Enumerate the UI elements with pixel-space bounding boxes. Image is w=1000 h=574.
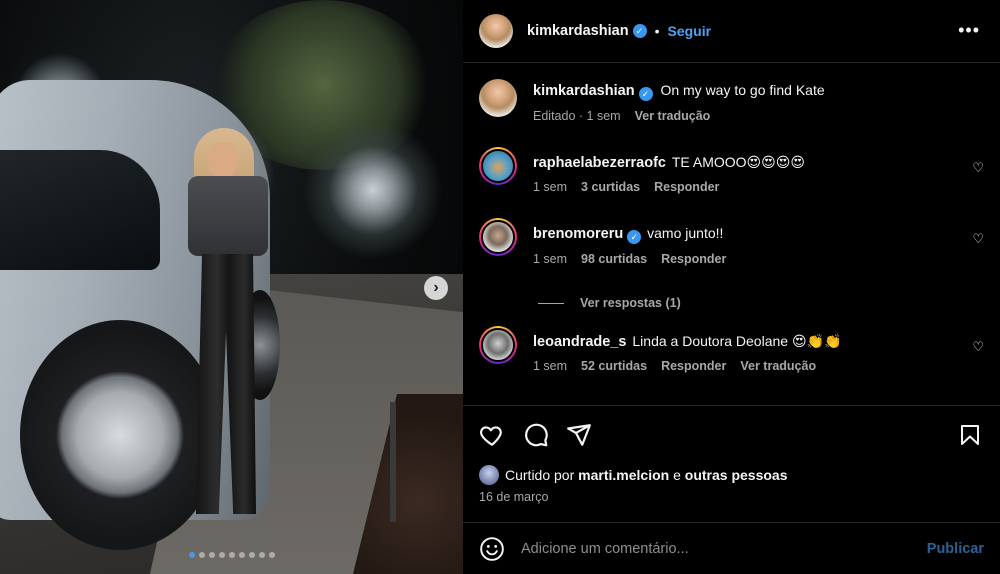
garden-post: [390, 402, 396, 522]
bookmark-icon[interactable]: [958, 422, 982, 448]
person: [188, 128, 278, 523]
carousel-dot: [238, 552, 245, 558]
likes-summary: Curtido por marti.melcion e outras pesso…: [479, 465, 787, 485]
carousel-indicator: [0, 552, 463, 558]
face: [208, 142, 238, 178]
post-panel: kimkardashian ✓ • Seguir ••• kimkardashi…: [463, 0, 1000, 574]
t-shirt: [188, 176, 268, 256]
comment-time: 1 sem: [533, 180, 568, 194]
view-replies-button[interactable]: Ver respostas (1): [538, 296, 681, 310]
comment: brenomoreru ✓ vamo junto!! 1 sem 98 curti…: [479, 218, 726, 266]
post-date[interactable]: 16 de março: [479, 490, 548, 504]
follow-button[interactable]: Seguir: [667, 23, 711, 39]
lit-tree: [303, 120, 443, 260]
comment-likes[interactable]: 52 curtidas: [581, 359, 647, 373]
post-header: kimkardashian ✓ • Seguir •••: [463, 0, 1000, 63]
comment-username[interactable]: brenomoreru: [533, 226, 623, 242]
comment: leoandrade_s Linda a Doutora Deolane 😍👏👏…: [479, 326, 841, 373]
carousel-dot: [188, 552, 195, 558]
comment: raphaelabezerraofc TE AMOOO😍😍😍😍 1 sem 3 …: [479, 147, 805, 194]
divider: [538, 302, 564, 304]
avatar[interactable]: [479, 79, 517, 117]
verified-badge-icon: ✓: [627, 230, 642, 244]
comments-list[interactable]: kimkardashian ✓ On my way to go find Kate…: [463, 63, 1000, 405]
carousel-dot: [208, 552, 215, 558]
action-bar: [463, 405, 1000, 465]
comment-input[interactable]: [521, 540, 927, 557]
reply-button[interactable]: Responder: [654, 180, 719, 194]
comment-text: TE AMOOO😍😍😍😍: [671, 154, 805, 170]
avatar[interactable]: [479, 326, 517, 364]
comment-text: Linda a Doutora Deolane 😍👏👏: [632, 333, 842, 349]
avatar[interactable]: [479, 218, 517, 256]
next-slide-button[interactable]: ›: [424, 276, 448, 300]
carousel-dot: [198, 552, 205, 558]
translate-link[interactable]: Ver tradução: [740, 359, 816, 373]
edited-label: Editado: [533, 109, 576, 123]
comment-likes[interactable]: 3 curtidas: [581, 180, 640, 194]
carousel-dot: [268, 552, 275, 558]
avatar-image: [479, 79, 517, 117]
separator: •: [654, 23, 660, 39]
carousel-dot: [218, 552, 225, 558]
carousel-dot: [258, 552, 265, 558]
avatar[interactable]: [479, 465, 499, 485]
comment-icon[interactable]: [523, 422, 549, 448]
comment-time: 1 sem: [533, 252, 568, 266]
comment-username[interactable]: leoandrade_s: [533, 334, 627, 350]
reply-button[interactable]: Responder: [661, 359, 726, 373]
caption-time: 1 sem: [586, 109, 621, 123]
heart-icon[interactable]: [479, 422, 505, 448]
avatar[interactable]: [479, 14, 513, 48]
comment-username[interactable]: raphaelabezerraofc: [533, 155, 666, 171]
author-username[interactable]: kimkardashian: [527, 23, 629, 39]
car-window: [0, 150, 160, 270]
liked-by-others[interactable]: outras pessoas: [685, 467, 788, 483]
more-horizontal-icon[interactable]: •••: [958, 20, 980, 41]
carousel-dot: [248, 552, 255, 558]
comment-text: vamo junto!!: [647, 225, 724, 241]
emoji-icon[interactable]: [479, 536, 505, 562]
caption-text: On my way to go find Kate: [660, 82, 825, 98]
chevron-right-icon: ›: [433, 279, 439, 296]
liked-by-prefix: Curtido por: [505, 467, 575, 483]
share-icon[interactable]: [566, 422, 592, 448]
like-comment-heart-icon[interactable]: ♡: [972, 160, 984, 176]
caption: kimkardashian ✓ On my way to go find Kate…: [479, 79, 825, 123]
like-comment-heart-icon[interactable]: ♡: [972, 339, 984, 355]
caption-username[interactable]: kimkardashian: [533, 83, 635, 99]
carousel-dot: [228, 552, 235, 558]
comment-composer: Publicar: [463, 522, 1000, 574]
post-image[interactable]: ›: [0, 0, 463, 574]
verified-badge-icon: ✓: [632, 24, 647, 38]
like-comment-heart-icon[interactable]: ♡: [972, 231, 984, 247]
avatar[interactable]: [479, 147, 517, 185]
liked-by-middle: e: [673, 467, 681, 483]
translate-link[interactable]: Ver tradução: [635, 109, 711, 123]
liked-by-user[interactable]: marti.melcion: [578, 467, 669, 483]
reply-button[interactable]: Responder: [661, 252, 726, 266]
verified-badge-icon: ✓: [638, 87, 653, 101]
leather-pants: [196, 254, 256, 514]
comment-likes[interactable]: 98 curtidas: [581, 252, 647, 266]
view-replies-label: Ver respostas (1): [580, 296, 681, 310]
comment-time: 1 sem: [533, 359, 568, 373]
publish-button[interactable]: Publicar: [927, 541, 984, 557]
